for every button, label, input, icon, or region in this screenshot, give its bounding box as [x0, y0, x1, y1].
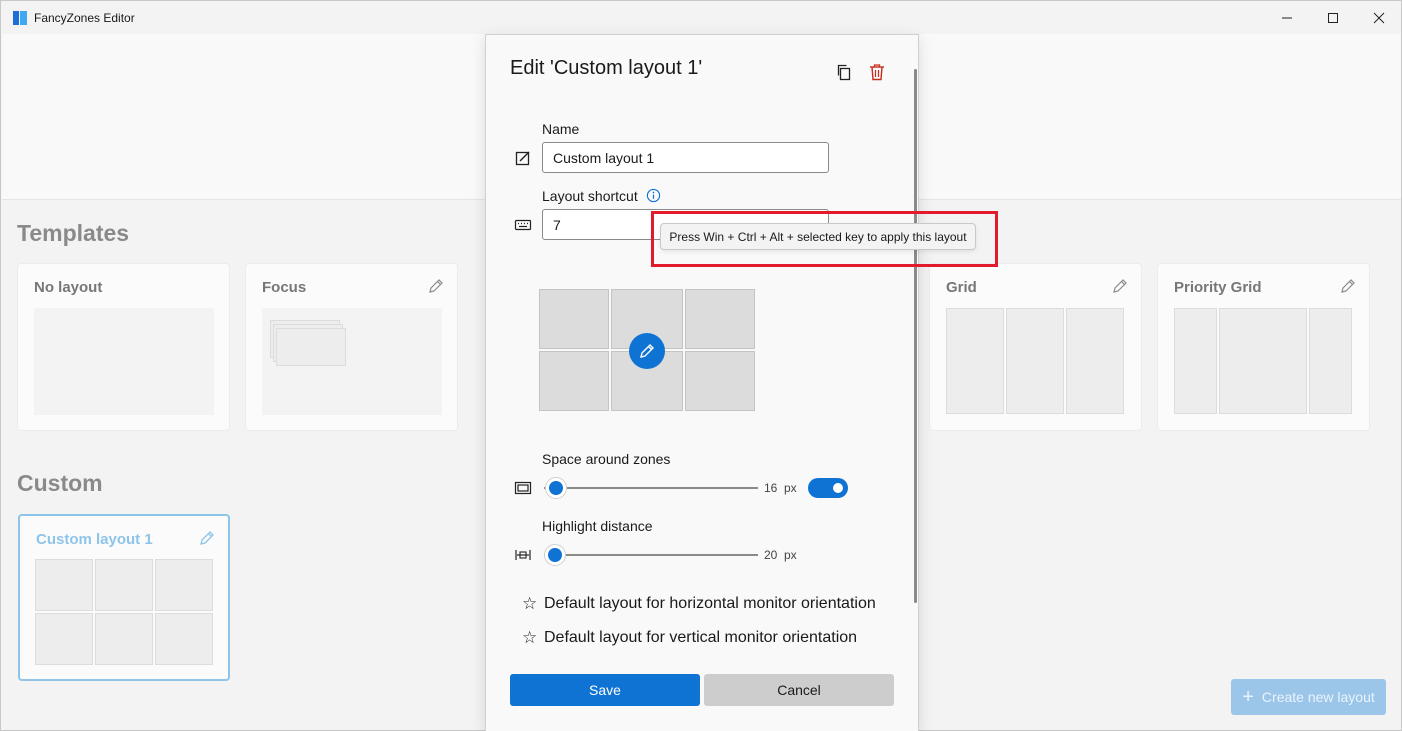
highlight-value: 20 [764, 548, 778, 562]
dialog-title: Edit 'Custom layout 1' [510, 57, 703, 79]
custom-layout-title: Custom layout 1 [36, 531, 153, 548]
layout-preview [34, 308, 214, 415]
default-horizontal-label: Default layout for horizontal monitor or… [544, 595, 876, 612]
default-vertical-option[interactable]: ☆ Default layout for vertical monitor or… [522, 628, 857, 648]
app-window: FancyZones Editor Templates No layout Fo… [0, 0, 1402, 731]
edit-pencil-icon[interactable] [1339, 277, 1357, 295]
trash-icon[interactable] [868, 63, 886, 81]
edit-pencil-icon[interactable] [1111, 277, 1129, 295]
layout-preview [946, 308, 1126, 415]
custom-heading: Custom [17, 470, 103, 496]
annotation-highlight-box [651, 211, 998, 267]
cancel-button[interactable]: Cancel [704, 674, 894, 706]
minimize-button[interactable] [1264, 1, 1310, 34]
maximize-icon [1328, 12, 1338, 23]
maximize-button[interactable] [1310, 1, 1356, 34]
save-button[interactable]: Save [510, 674, 700, 706]
default-horizontal-option[interactable]: ☆ Default layout for horizontal monitor … [522, 594, 876, 614]
highlight-distance-label: Highlight distance [542, 518, 653, 534]
name-label: Name [542, 121, 580, 137]
create-new-layout-label: Create new layout [1261, 689, 1375, 705]
fancyzones-app-icon [13, 11, 27, 25]
layout-preview [1174, 308, 1354, 415]
layout-shortcut-label: Layout shortcut [542, 188, 638, 204]
default-vertical-label: Default layout for vertical monitor orie… [544, 629, 858, 646]
space-slider-track[interactable] [544, 487, 758, 489]
keyboard-icon [514, 219, 532, 231]
space-around-zones-label: Space around zones [542, 451, 671, 467]
highlight-unit: px [784, 548, 797, 562]
edit-pencil-icon[interactable] [427, 277, 445, 295]
name-field[interactable]: Custom layout 1 [542, 142, 829, 173]
space-around-zones-toggle[interactable] [808, 478, 848, 498]
template-title: Grid [946, 279, 977, 296]
template-card-priority-grid[interactable]: Priority Grid [1157, 263, 1370, 431]
layout-preview [262, 308, 442, 415]
space-unit: px [784, 481, 797, 495]
title-bar: FancyZones Editor [1, 1, 1401, 34]
star-icon: ☆ [522, 594, 538, 613]
close-icon [1373, 12, 1385, 23]
edit-layout-dialog: Edit 'Custom layout 1' Name Custom layou… [485, 34, 919, 731]
template-title: Priority Grid [1174, 279, 1262, 296]
plus-icon: + [1242, 686, 1254, 708]
template-title: Focus [262, 279, 307, 296]
star-icon: ☆ [522, 628, 538, 647]
pencil-icon [640, 344, 654, 358]
edit-zones-button[interactable] [629, 333, 665, 369]
distance-icon [515, 550, 531, 560]
custom-layout-card[interactable]: Custom layout 1 [18, 514, 230, 681]
close-button[interactable] [1356, 1, 1402, 34]
space-slider-thumb[interactable] [545, 477, 567, 499]
space-icon [514, 481, 532, 495]
window-title: FancyZones Editor [34, 11, 135, 25]
template-card-focus[interactable]: Focus [245, 263, 458, 431]
copy-icon[interactable] [835, 63, 853, 81]
info-icon[interactable] [646, 188, 661, 203]
template-card-no-layout[interactable]: No layout [17, 263, 230, 431]
template-card-grid[interactable]: Grid [929, 263, 1142, 431]
layout-preview [35, 559, 215, 666]
dialog-scrollbar[interactable] [914, 69, 917, 603]
template-title: No layout [34, 279, 103, 296]
space-value: 16 [764, 481, 778, 495]
minimize-icon [1282, 17, 1292, 18]
edit-pencil-icon[interactable] [198, 529, 216, 547]
highlight-slider-track[interactable] [544, 554, 758, 556]
create-new-layout-button[interactable]: + Create new layout [1231, 679, 1386, 715]
templates-heading: Templates [17, 220, 130, 246]
highlight-slider-thumb[interactable] [544, 544, 566, 566]
rename-icon [515, 151, 530, 166]
